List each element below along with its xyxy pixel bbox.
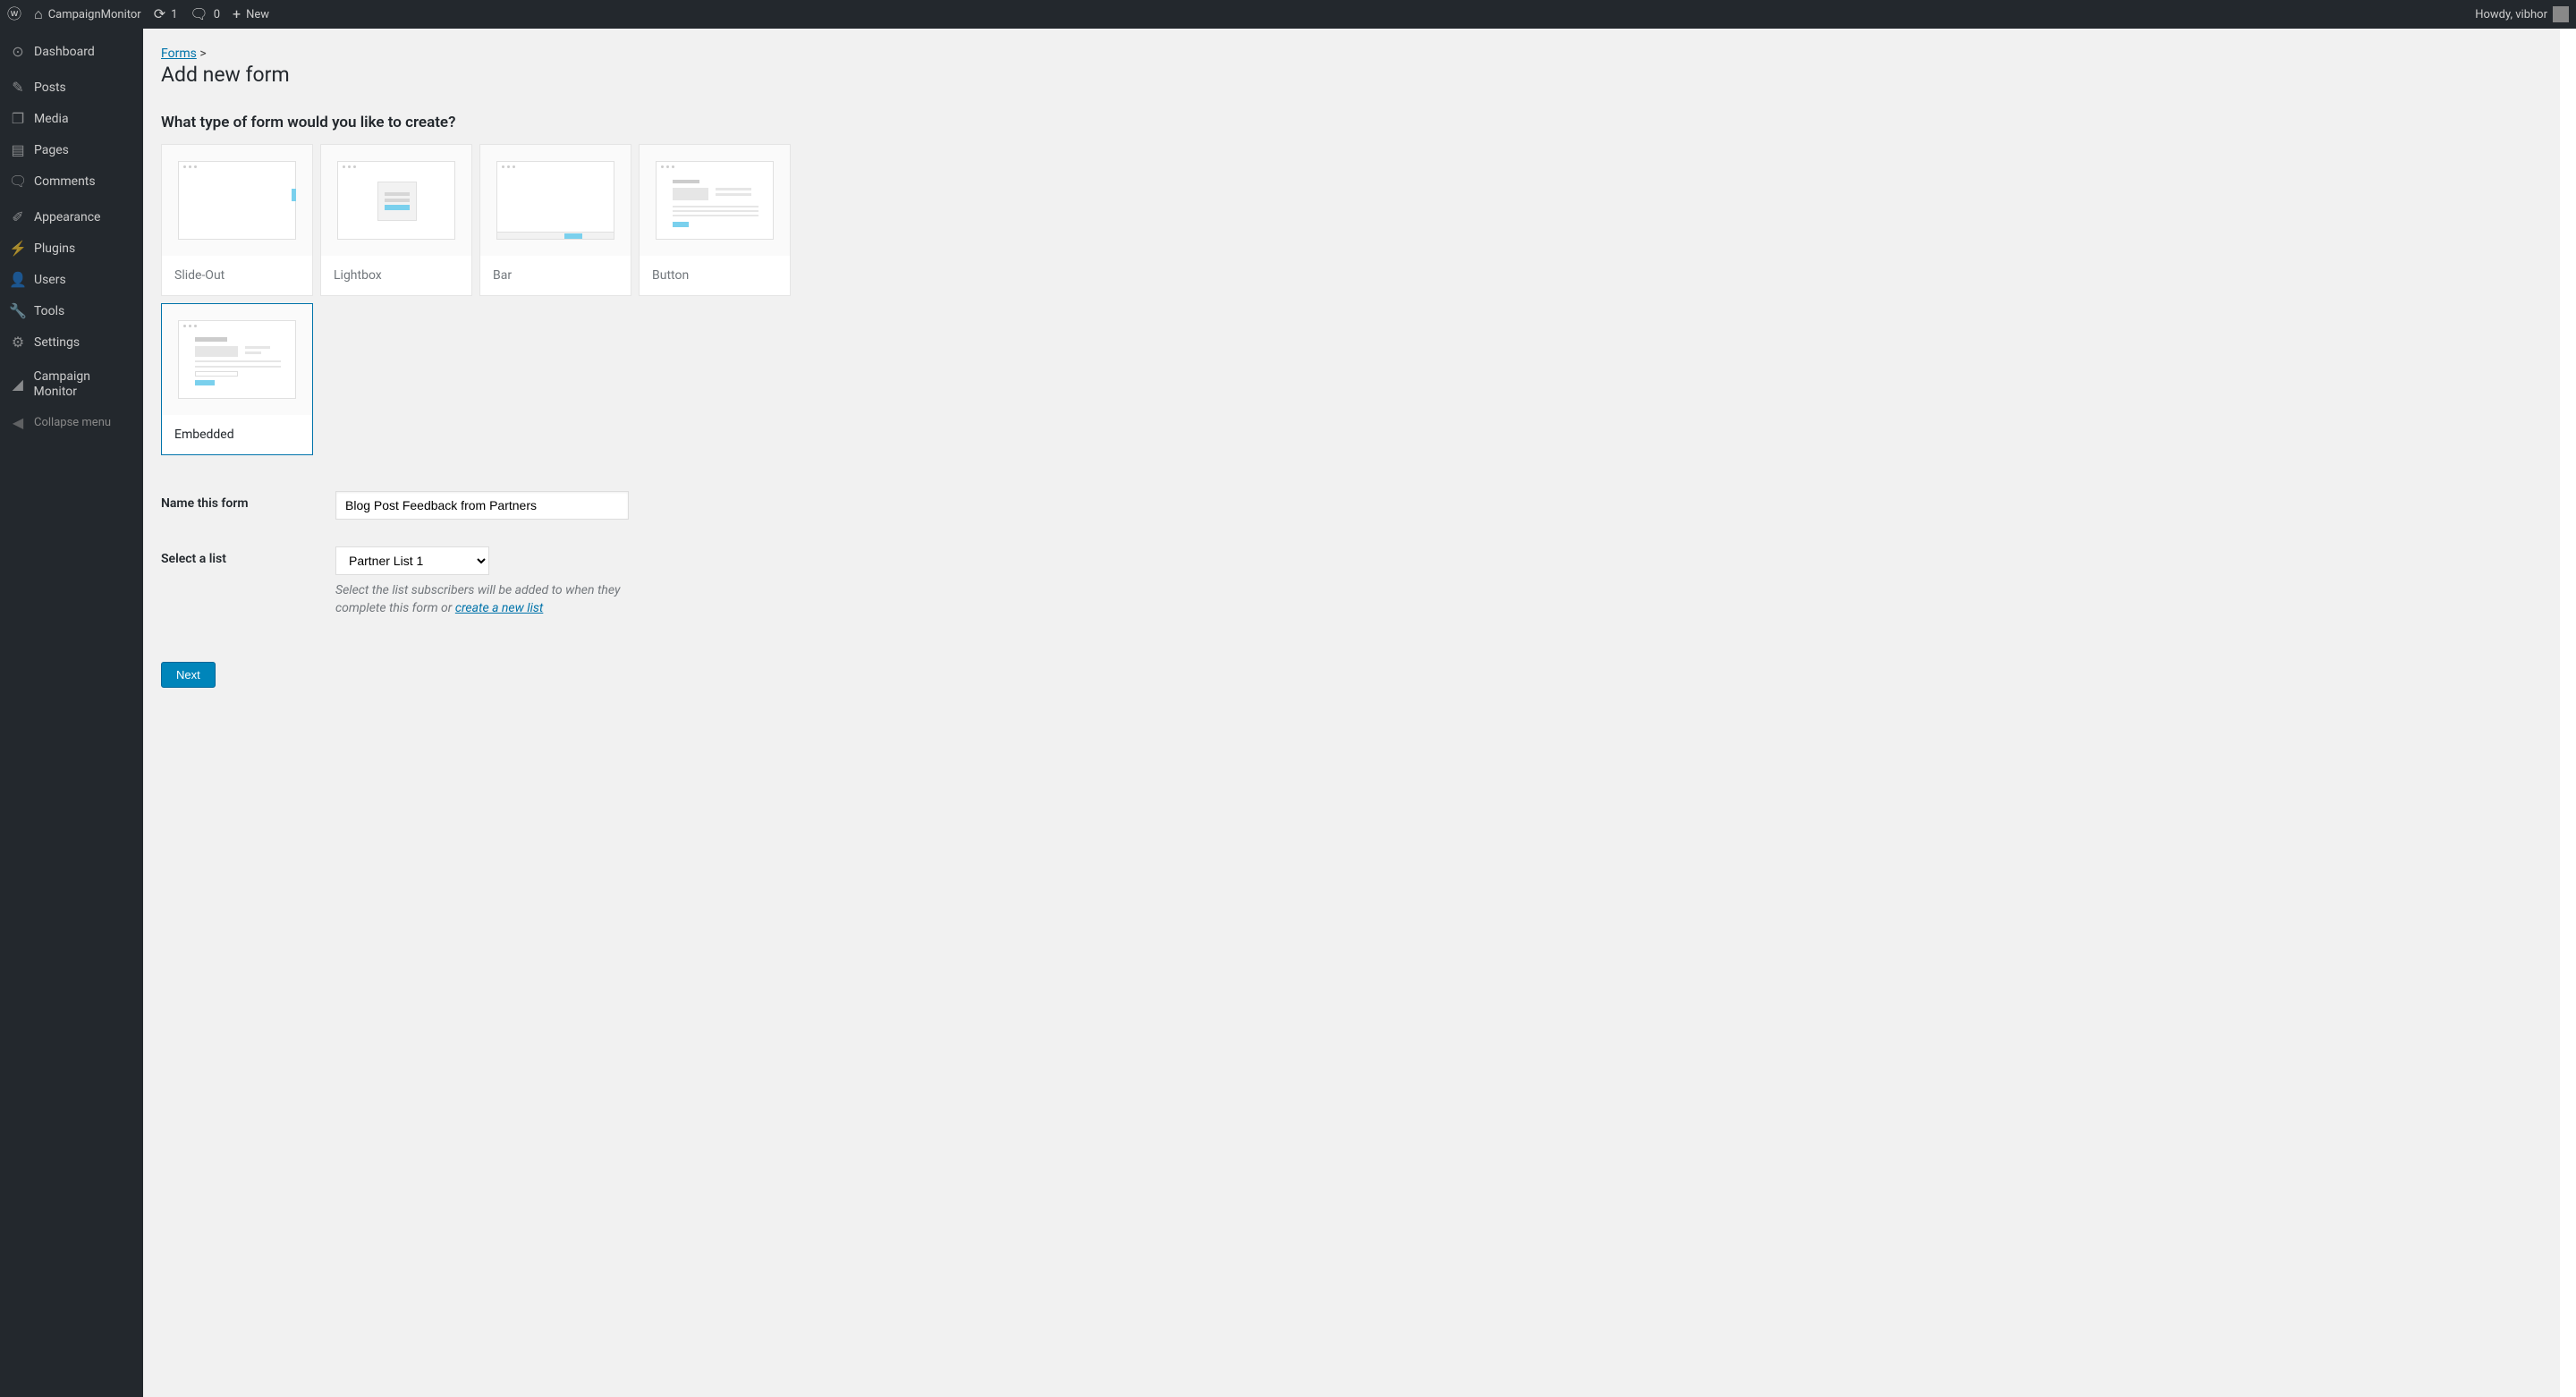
updates-count: 1 [171, 8, 177, 21]
card-preview [480, 145, 631, 256]
admin-sidebar: ⊙ Dashboard ✎ Posts ❐ Media ▤ Pages 🗨 Comment… [0, 29, 143, 1397]
comment-icon: 🗨 [9, 173, 27, 190]
sidebar-item-media[interactable]: ❐ Media [0, 103, 143, 134]
comment-icon: 🗨 [190, 7, 208, 21]
plus-icon: + [233, 7, 241, 21]
card-preview [640, 145, 790, 256]
collapse-icon: ◀ [9, 414, 27, 431]
media-icon: ❐ [9, 110, 27, 127]
user-icon: 👤 [9, 271, 27, 288]
card-button[interactable]: Button [639, 144, 791, 296]
card-label: Slide-Out [162, 256, 312, 295]
collapse-label: Collapse menu [34, 416, 111, 429]
sidebar-item-dashboard[interactable]: ⊙ Dashboard [0, 36, 143, 67]
dashboard-icon: ⊙ [9, 43, 27, 60]
greeting-label: Howdy, vibhor [2475, 8, 2547, 21]
create-list-link[interactable]: create a new list [455, 601, 543, 615]
home-icon: ⌂ [34, 7, 43, 21]
name-field-label: Name this form [161, 491, 335, 511]
sidebar-label: Dashboard [34, 45, 95, 59]
sidebar-item-campaign-monitor[interactable]: ◢ Campaign Monitor [0, 362, 143, 407]
new-label: New [246, 8, 269, 21]
card-lightbox[interactable]: Lightbox [320, 144, 472, 296]
sidebar-item-settings[interactable]: ⚙ Settings [0, 326, 143, 358]
wordpress-icon: ⓦ [7, 7, 21, 21]
sidebar-item-appearance[interactable]: ✐ Appearance [0, 201, 143, 233]
wp-logo[interactable]: ⓦ [7, 7, 21, 21]
user-greeting[interactable]: Howdy, vibhor [2475, 6, 2569, 22]
sidebar-label: Appearance [34, 210, 100, 224]
refresh-icon: ⟳ [154, 7, 165, 21]
breadcrumb-separator: > [199, 47, 206, 61]
sidebar-item-users[interactable]: 👤 Users [0, 264, 143, 295]
sliders-icon: ⚙ [9, 334, 27, 351]
page-icon: ▤ [9, 141, 27, 158]
sidebar-label: Users [34, 273, 66, 287]
page-title: Add new form [161, 63, 2542, 87]
comments-count: 0 [214, 8, 220, 21]
card-label: Lightbox [321, 256, 471, 295]
site-name-label: CampaignMonitor [48, 8, 141, 21]
list-select[interactable]: Partner List 1 [335, 546, 489, 575]
sidebar-item-pages[interactable]: ▤ Pages [0, 134, 143, 165]
card-slide-out[interactable]: Slide-Out [161, 144, 313, 296]
sidebar-item-plugins[interactable]: ⚡ Plugins [0, 233, 143, 264]
sidebar-label: Media [34, 112, 69, 126]
new-content-link[interactable]: + New [233, 7, 269, 21]
sidebar-item-posts[interactable]: ✎ Posts [0, 72, 143, 103]
avatar-icon [2553, 6, 2569, 22]
section-title: What type of form would you like to crea… [161, 114, 2542, 131]
card-label: Embedded [162, 415, 312, 454]
card-preview [162, 145, 312, 256]
sidebar-label: Plugins [34, 241, 75, 256]
site-name-link[interactable]: ⌂ CampaignMonitor [34, 7, 141, 21]
sidebar-label: Settings [34, 335, 80, 350]
list-help-text: Select the list subscribers will be adde… [335, 582, 622, 617]
brush-icon: ✐ [9, 208, 27, 225]
sidebar-item-tools[interactable]: 🔧 Tools [0, 295, 143, 326]
breadcrumb-forms-link[interactable]: Forms [161, 47, 197, 61]
form-type-cards: Slide-Out Lightbox Bar Button [161, 144, 796, 455]
sidebar-label: Posts [34, 80, 66, 95]
card-bar[interactable]: Bar [479, 144, 631, 296]
card-embedded[interactable]: Embedded [161, 303, 313, 455]
wrench-icon: 🔧 [9, 302, 27, 319]
main-content: Forms > Add new form What type of form w… [143, 29, 2576, 1397]
admin-bar: ⓦ ⌂CampaignMonitor ⟳1 🗨0 +New Howdy, vib… [0, 0, 2576, 29]
sidebar-label: Pages [34, 143, 69, 157]
card-preview [162, 304, 312, 415]
card-label: Button [640, 256, 790, 295]
next-button[interactable]: Next [161, 662, 216, 688]
card-label: Bar [480, 256, 631, 295]
list-field-label: Select a list [161, 546, 335, 566]
form-name-input[interactable] [335, 491, 629, 520]
card-preview [321, 145, 471, 256]
sidebar-label: Comments [34, 174, 96, 189]
plug-icon: ⚡ [9, 240, 27, 257]
pin-icon: ✎ [9, 79, 27, 96]
sidebar-label: Campaign Monitor [33, 369, 134, 400]
chart-icon: ◢ [9, 376, 26, 393]
updates-link[interactable]: ⟳1 [154, 7, 178, 21]
breadcrumb: Forms > [161, 47, 2542, 61]
sidebar-label: Tools [34, 304, 64, 318]
collapse-menu[interactable]: ◀ Collapse menu [0, 407, 143, 438]
sidebar-item-comments[interactable]: 🗨 Comments [0, 165, 143, 197]
comments-link[interactable]: 🗨0 [190, 7, 220, 21]
